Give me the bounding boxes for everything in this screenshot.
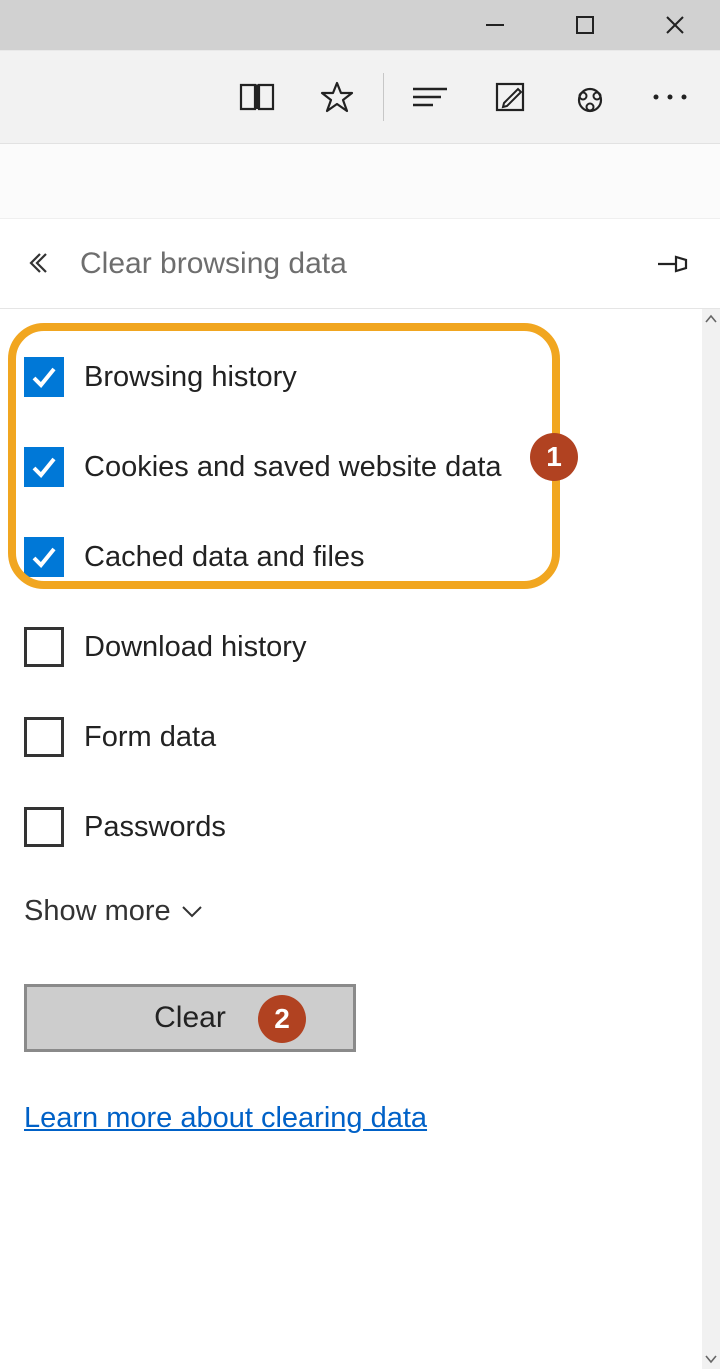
share-icon[interactable] — [550, 50, 630, 144]
clear-button[interactable]: Clear — [24, 984, 356, 1052]
scroll-up-arrow-icon[interactable] — [702, 309, 720, 329]
more-icon[interactable] — [630, 50, 710, 144]
learn-more-link[interactable]: Learn more about clearing data — [24, 1102, 427, 1135]
option-label: Cookies and saved website data — [84, 451, 502, 484]
option-passwords[interactable]: Passwords — [24, 807, 688, 847]
panel-header: Clear browsing data — [0, 219, 720, 309]
checkbox-unchecked-icon[interactable] — [24, 717, 64, 757]
checkbox-checked-icon[interactable] — [24, 357, 64, 397]
option-label: Cached data and files — [84, 541, 365, 574]
pin-button[interactable] — [648, 253, 698, 275]
option-form-data[interactable]: Form data — [24, 717, 688, 757]
option-cookies[interactable]: Cookies and saved website data — [24, 447, 688, 487]
reading-list-icon[interactable] — [390, 50, 470, 144]
option-browsing-history[interactable]: Browsing history — [24, 357, 688, 397]
option-cached-data[interactable]: Cached data and files — [24, 537, 688, 577]
option-label: Browsing history — [84, 361, 297, 394]
checkbox-checked-icon[interactable] — [24, 447, 64, 487]
checkbox-checked-icon[interactable] — [24, 537, 64, 577]
minimize-button[interactable] — [450, 0, 540, 50]
tabstrip-area — [0, 144, 720, 219]
reading-view-icon[interactable] — [217, 50, 297, 144]
clear-button-label: Clear — [154, 1001, 226, 1035]
clear-data-panel: 1 2 Browsing history Cookies and saved w… — [0, 309, 712, 1135]
window-titlebar — [0, 0, 720, 50]
panel-title: Clear browsing data — [80, 247, 648, 281]
show-more-toggle[interactable]: Show more — [24, 895, 688, 928]
close-button[interactable] — [630, 0, 720, 50]
maximize-button[interactable] — [540, 0, 630, 50]
checkbox-unchecked-icon[interactable] — [24, 627, 64, 667]
checkbox-unchecked-icon[interactable] — [24, 807, 64, 847]
vertical-scrollbar[interactable] — [702, 309, 720, 1369]
option-download-history[interactable]: Download history — [24, 627, 688, 667]
note-icon[interactable] — [470, 50, 550, 144]
chevron-down-icon — [181, 905, 203, 919]
browser-toolbar — [0, 50, 720, 144]
scroll-down-arrow-icon[interactable] — [702, 1349, 720, 1369]
toolbar-divider — [383, 73, 384, 121]
favorites-star-icon[interactable] — [297, 50, 377, 144]
option-label: Download history — [84, 631, 306, 664]
option-label: Passwords — [84, 811, 226, 844]
back-button[interactable] — [24, 250, 64, 278]
option-label: Form data — [84, 721, 216, 754]
show-more-label: Show more — [24, 895, 171, 928]
